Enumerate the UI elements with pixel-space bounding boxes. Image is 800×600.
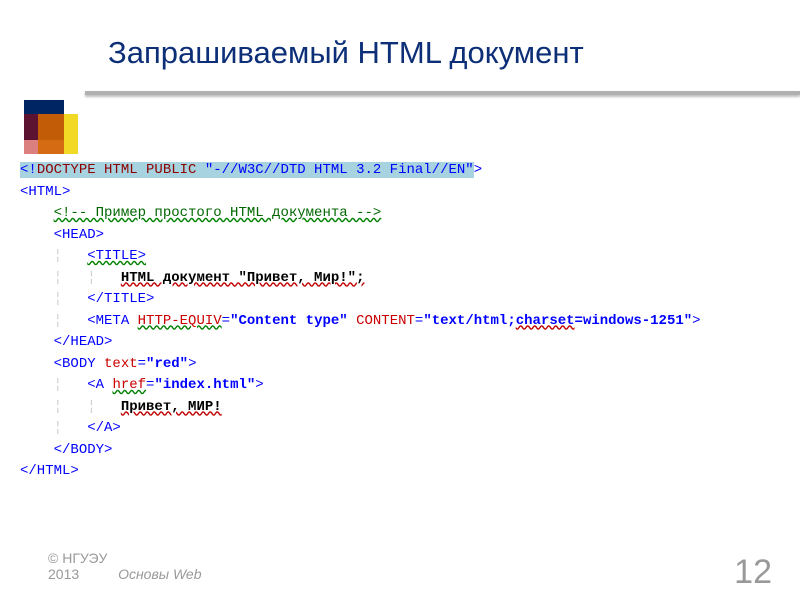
divider xyxy=(85,91,800,95)
slide-title: Запрашиваемый HTML документ xyxy=(108,35,800,71)
footer: © НГУЭУ 2013 Основы Web xyxy=(48,550,201,582)
footer-copyright: © НГУЭУ xyxy=(48,550,107,566)
footer-year: 2013 xyxy=(48,566,79,582)
page-number: 12 xyxy=(734,553,772,592)
code-block: <!DOCTYPE HTML PUBLIC "-//W3C//DTD HTML … xyxy=(20,160,780,483)
footer-course: Основы Web xyxy=(118,566,201,582)
logo-squares xyxy=(24,100,79,155)
